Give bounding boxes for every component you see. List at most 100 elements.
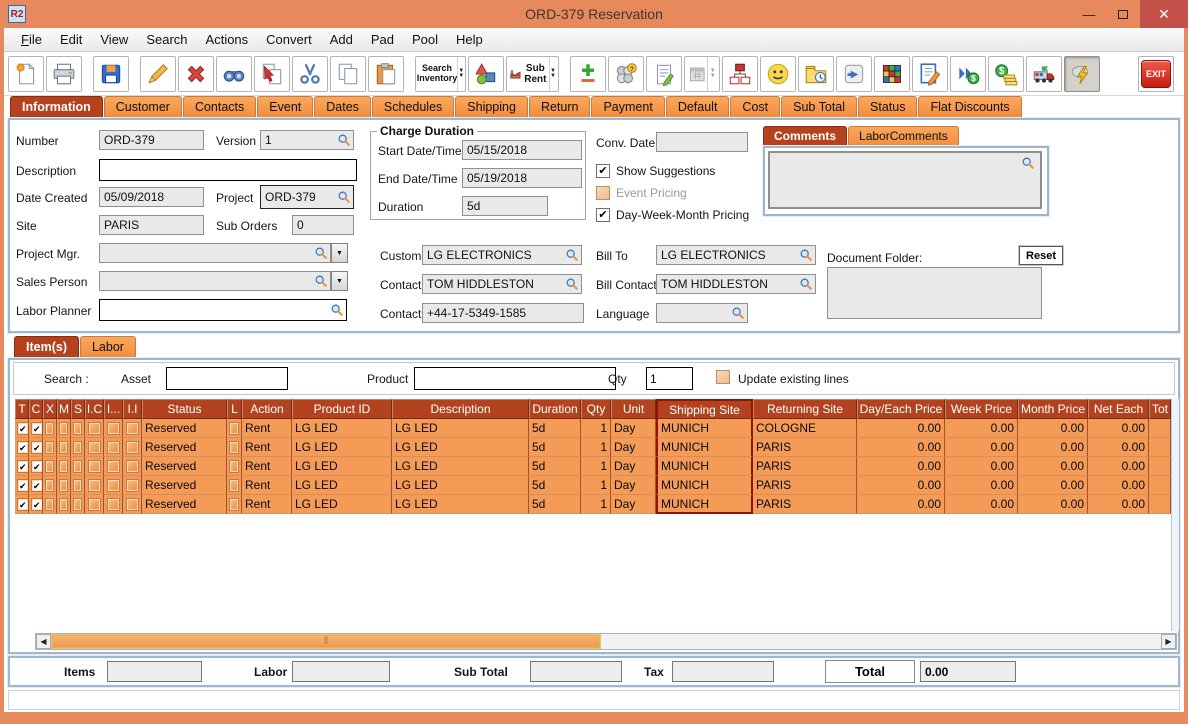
tab-shipping[interactable]: Shipping — [455, 96, 528, 117]
menu-view[interactable]: View — [91, 30, 137, 49]
comments-textarea[interactable] — [768, 151, 1042, 209]
row-checkbox-i-c[interactable] — [89, 499, 100, 510]
labor-planner-field[interactable] — [99, 299, 347, 321]
row-checkbox-i[interactable] — [108, 442, 119, 453]
launch-key-button[interactable] — [836, 56, 872, 92]
search-icon[interactable] — [1021, 156, 1036, 171]
cell-month-price[interactable]: 0.00 — [1018, 438, 1088, 457]
cell-description[interactable]: LG LED — [392, 457, 529, 476]
cell-s[interactable] — [71, 457, 85, 476]
row-checkbox-c[interactable]: ✔ — [32, 423, 42, 434]
cell-i-i[interactable] — [123, 476, 142, 495]
tab-event[interactable]: Event — [257, 96, 313, 117]
cell-qty[interactable]: 1 — [581, 476, 611, 495]
customer-field[interactable]: LG ELECTRONICS — [422, 245, 582, 265]
cell-s[interactable] — [71, 476, 85, 495]
cell-unit[interactable]: Day — [611, 419, 656, 438]
search-icon[interactable] — [565, 277, 579, 291]
cell-duration[interactable]: 5d — [529, 419, 581, 438]
cell-action[interactable]: Rent — [242, 457, 292, 476]
convert-dollar-button[interactable]: $ — [950, 56, 986, 92]
cell-returning-site[interactable]: PARIS — [753, 476, 857, 495]
cell-shipping-site[interactable]: MUNICH — [656, 457, 753, 476]
search-inventory-button[interactable]: Search Inventory ▼▼ — [415, 56, 466, 92]
checkbox-show-suggestions[interactable]: ✔ — [596, 164, 610, 178]
cell-unit[interactable]: Day — [611, 457, 656, 476]
cell-duration[interactable]: 5d — [529, 457, 581, 476]
cell-description[interactable]: LG LED — [392, 419, 529, 438]
cell-status[interactable]: Reserved — [142, 457, 227, 476]
cell-tot[interactable] — [1149, 457, 1171, 476]
tab-sub-total[interactable]: Sub Total — [781, 96, 857, 117]
row-checkbox-m[interactable] — [60, 461, 67, 472]
cell-unit[interactable]: Day — [611, 438, 656, 457]
sales-person-dropdown[interactable]: ▼ — [331, 271, 348, 291]
row-checkbox-t[interactable]: ✔ — [18, 461, 28, 472]
tab-contacts[interactable]: Contacts — [183, 96, 256, 117]
cell-product-id[interactable]: LG LED — [292, 438, 392, 457]
cell-qty[interactable]: 1 — [581, 495, 611, 514]
table-row[interactable]: ✔✔ReservedRentLG LEDLG LED5d1DayMUNICHPA… — [15, 457, 1171, 476]
cell-unit[interactable]: Day — [611, 476, 656, 495]
cell-product-id[interactable]: LG LED — [292, 476, 392, 495]
cell-product-id[interactable]: LG LED — [292, 457, 392, 476]
cut-button[interactable] — [292, 56, 328, 92]
row-checkbox-s[interactable] — [74, 480, 81, 491]
column-header-status[interactable]: Status — [142, 399, 227, 419]
table-row[interactable]: ✔✔ReservedRentLG LEDLG LED5d1DayMUNICHPA… — [15, 476, 1171, 495]
row-checkbox-x[interactable] — [46, 499, 53, 510]
cell-i-i[interactable] — [123, 419, 142, 438]
menu-search[interactable]: Search — [137, 30, 196, 49]
row-checkbox-i-i[interactable] — [127, 423, 138, 434]
site-hierarchy-button[interactable] — [722, 56, 758, 92]
project-mgr-dropdown[interactable]: ▼ — [331, 243, 348, 263]
cell-m[interactable] — [57, 495, 71, 514]
save-button[interactable] — [93, 56, 129, 92]
cell-returning-site[interactable]: COLOGNE — [753, 419, 857, 438]
cell-t[interactable]: ✔ — [15, 495, 29, 514]
cell-x[interactable] — [43, 457, 57, 476]
row-checkbox-x[interactable] — [46, 423, 53, 434]
cell-x[interactable] — [43, 476, 57, 495]
qty-input[interactable]: 1 — [646, 367, 693, 390]
cell-tot[interactable] — [1149, 419, 1171, 438]
column-header-x[interactable]: X — [43, 399, 57, 419]
bill-to-field[interactable]: LG ELECTRONICS — [656, 245, 816, 265]
scrollbar-thumb[interactable] — [52, 635, 600, 648]
bill-contact-field[interactable]: TOM HIDDLESTON — [656, 274, 816, 294]
row-checkbox-c[interactable]: ✔ — [32, 461, 42, 472]
menu-file[interactable]: File — [12, 30, 51, 49]
row-checkbox-l[interactable] — [230, 461, 238, 472]
tab-cost[interactable]: Cost — [730, 96, 780, 117]
column-header-s[interactable]: S — [71, 399, 85, 419]
column-header-action[interactable]: Action — [242, 399, 292, 419]
new-document-button[interactable] — [8, 56, 44, 92]
cell-t[interactable]: ✔ — [15, 438, 29, 457]
search-icon[interactable] — [731, 306, 745, 320]
items-tab-labor[interactable]: Labor — [80, 336, 136, 357]
cell-tot[interactable] — [1149, 495, 1171, 514]
column-header-duration[interactable]: Duration — [529, 399, 581, 419]
tab-return[interactable]: Return — [529, 96, 591, 117]
row-checkbox-t[interactable]: ✔ — [18, 442, 28, 453]
notes-button[interactable] — [646, 56, 682, 92]
search-icon[interactable] — [565, 248, 579, 262]
cell-i[interactable] — [104, 495, 123, 514]
row-checkbox-i-i[interactable] — [127, 442, 138, 453]
cell-tot[interactable] — [1149, 438, 1171, 457]
tab-status[interactable]: Status — [858, 96, 917, 117]
reset-button[interactable]: Reset — [1019, 246, 1063, 265]
sub-rent-button[interactable]: Sub Rent ▼▼ — [506, 56, 559, 92]
column-header-description[interactable]: Description — [392, 399, 529, 419]
row-checkbox-c[interactable]: ✔ — [32, 499, 42, 510]
menu-pool[interactable]: Pool — [403, 30, 447, 49]
dropdown-arrows-icon[interactable]: ▼▼ — [549, 57, 556, 91]
cell-i-c[interactable] — [85, 495, 104, 514]
row-checkbox-i-c[interactable] — [89, 461, 100, 472]
cell-t[interactable]: ✔ — [15, 419, 29, 438]
folder-clock-button[interactable] — [798, 56, 834, 92]
search-icon[interactable] — [330, 303, 344, 317]
column-header-product-id[interactable]: Product ID — [292, 399, 392, 419]
search-icon[interactable] — [799, 248, 813, 262]
column-header-month-price[interactable]: Month Price — [1018, 399, 1088, 419]
